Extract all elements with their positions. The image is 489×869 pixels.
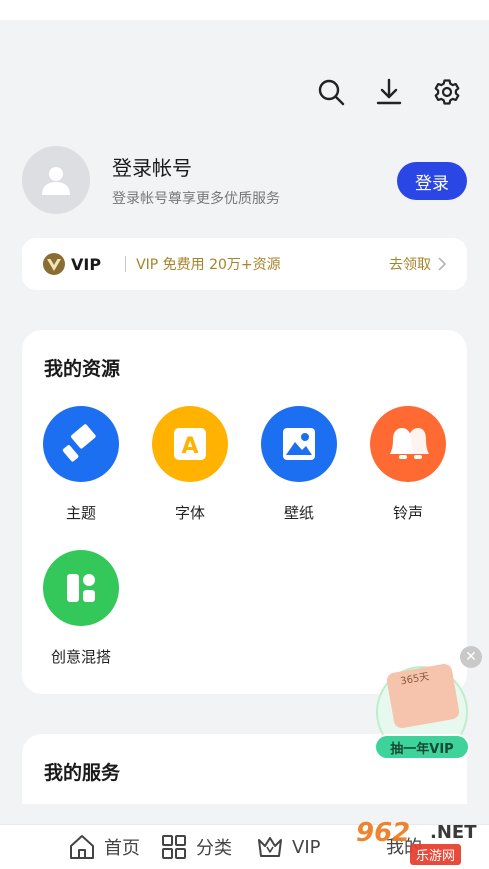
vip-banner[interactable]: VIP VIP 免费用 20万+资源 去领取 (22, 238, 467, 290)
login-button[interactable]: 登录 (397, 162, 467, 200)
promo-label: 抽一年VIP (374, 734, 470, 760)
resources-card: 我的资源 主题 A 字体 壁纸 铃声 创意混搭 (22, 330, 467, 694)
divider (125, 256, 127, 272)
resource-label: 主题 (65, 504, 96, 522)
profile-section: 登录帐号 登录帐号尊享更多优质服务 登录 (22, 146, 467, 216)
nav-label: 首页 (104, 838, 140, 859)
layout-icon (43, 550, 119, 626)
nav-item-category[interactable]: 分类 (160, 833, 232, 861)
watermark-logo: 962 .NET 乐游网 (350, 816, 486, 866)
close-icon[interactable]: ✕ (460, 646, 482, 668)
watermark-number: 962 (356, 818, 411, 848)
nav-item-home[interactable]: 首页 (68, 833, 140, 861)
watermark-sub: 乐游网 (410, 844, 462, 865)
download-icon[interactable] (375, 78, 403, 106)
resource-wallpaper[interactable]: 壁纸 (254, 406, 344, 523)
crown-icon (258, 837, 282, 857)
resource-label: 铃声 (392, 504, 423, 522)
toolbar (317, 78, 461, 106)
chevron-right-icon (438, 257, 447, 271)
image-icon (261, 406, 337, 482)
vip-emblem-icon (43, 253, 65, 275)
gear-icon[interactable] (433, 78, 461, 106)
resource-theme[interactable]: 主题 (36, 406, 126, 523)
home-icon (70, 835, 94, 859)
vip-logo: VIP (42, 253, 101, 275)
resources-title: 我的资源 (44, 358, 121, 380)
vip-promo-text: VIP 免费用 20万+资源 (136, 257, 281, 273)
vip-logo-text: VIP (71, 254, 102, 274)
vip-claim-link[interactable]: 去领取 (389, 254, 447, 274)
resource-label: 创意混搭 (50, 648, 111, 666)
avatar[interactable] (22, 146, 90, 214)
services-title: 我的服务 (44, 762, 121, 784)
font-icon: A (152, 406, 228, 482)
grid-icon (162, 835, 186, 859)
nav-item-vip[interactable]: VIP (256, 833, 320, 861)
resource-creative-mix[interactable]: 创意混搭 (36, 550, 126, 667)
user-avatar-icon (42, 167, 70, 195)
status-bar-area (0, 0, 489, 20)
resource-font[interactable]: A 字体 (145, 406, 235, 523)
bell-icon (370, 406, 446, 482)
profile-title[interactable]: 登录帐号 (112, 152, 192, 181)
resource-ringtone[interactable]: 铃声 (363, 406, 453, 523)
nav-label: VIP (292, 836, 321, 858)
svg-text:A: A (181, 434, 198, 459)
resource-label: 字体 (174, 504, 205, 522)
vip-claim-label: 去领取 (389, 257, 431, 273)
watermark-suffix: .NET (430, 822, 477, 843)
floating-vip-promo[interactable]: 365天 抽一年VIP (374, 662, 470, 760)
brush-icon (43, 406, 119, 482)
resource-label: 壁纸 (283, 504, 314, 522)
nav-label: 分类 (196, 838, 232, 859)
profile-subtitle: 登录帐号尊享更多优质服务 (112, 191, 280, 207)
search-icon[interactable] (317, 78, 345, 106)
